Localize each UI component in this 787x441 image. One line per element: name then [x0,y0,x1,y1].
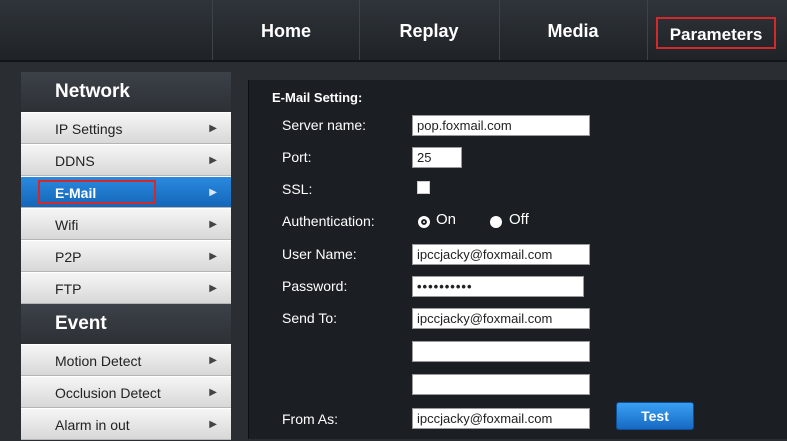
sidebar-item-email[interactable]: E-Mail ▶ [21,176,231,208]
sidebar-item-label: E-Mail [55,185,97,201]
auth-on-radio[interactable] [418,216,430,228]
sidebar-section-event: Event [21,304,231,344]
sidebar-item-alarm-in-out[interactable]: Alarm in out ▶ [21,408,231,440]
password-input[interactable] [412,276,584,297]
from-as-label: From As: [282,411,339,427]
sidebar-item-label: FTP [55,281,82,297]
sidebar-item-label: Alarm in out [55,417,130,433]
server-name-label: Server name: [282,117,367,133]
chevron-right-icon: ▶ [209,419,217,430]
auth-off-label: Off [509,211,529,228]
sidebar-item-label: DDNS [55,153,95,169]
nav-replay[interactable]: Replay [359,0,499,60]
sidebar-item-motion-detect[interactable]: Motion Detect ▶ [21,344,231,376]
auth-on-label: On [436,211,457,228]
chevron-right-icon: ▶ [209,387,217,398]
authentication-label: Authentication: [282,213,375,229]
sidebar-item-ip-settings[interactable]: IP Settings ▶ [21,112,231,144]
password-label: Password: [282,278,348,294]
chevron-right-icon: ▶ [209,251,217,262]
sidebar-item-label: P2P [55,249,82,265]
nav-home[interactable]: Home [213,0,359,60]
sidebar-item-label: Motion Detect [55,353,142,369]
sidebar-item-ddns[interactable]: DDNS ▶ [21,144,231,176]
port-input[interactable] [412,147,462,168]
section-title: E-Mail Setting: [272,90,363,105]
sidebar-section-network: Network [21,72,231,112]
nav-media[interactable]: Media [499,0,647,60]
chevron-right-icon: ▶ [209,283,217,294]
sidebar-item-p2p[interactable]: P2P ▶ [21,240,231,272]
send-to-label: Send To: [282,310,338,326]
sidebar-item-label: IP Settings [55,121,123,137]
brand-area [0,0,213,60]
sidebar-item-occlusion-detect[interactable]: Occlusion Detect ▶ [21,376,231,408]
server-name-input[interactable] [412,115,590,136]
send-to-input-2[interactable] [412,341,590,362]
nav-divider [647,0,648,60]
ssl-label: SSL: [282,181,313,197]
port-label: Port: [282,149,312,165]
test-button[interactable]: Test [616,402,694,430]
chevron-right-icon: ▶ [209,355,217,366]
top-navigation-bar: Home Replay Media Parameters [0,0,787,62]
sidebar-item-wifi[interactable]: Wifi ▶ [21,208,231,240]
username-input[interactable] [412,244,590,265]
sidebar: Network IP Settings ▶ DDNS ▶ E-Mail ▶ Wi… [21,72,231,440]
ssl-checkbox[interactable] [417,181,430,194]
chevron-right-icon: ▶ [209,155,217,166]
sidebar-item-ftp[interactable]: FTP ▶ [21,272,231,304]
sidebar-item-label: Wifi [55,217,79,233]
chevron-right-icon: ▶ [209,219,217,230]
send-to-input-3[interactable] [412,374,590,395]
sidebar-item-label: Occlusion Detect [55,385,161,401]
email-settings-panel: E-Mail Setting: Server name: Port: SSL: … [248,80,787,439]
auth-off-radio[interactable] [490,216,502,228]
send-to-input-1[interactable] [412,308,590,329]
username-label: User Name: [282,246,357,262]
chevron-right-icon: ▶ [209,187,217,198]
nav-parameters[interactable]: Parameters [656,17,776,49]
chevron-right-icon: ▶ [209,123,217,134]
from-as-input[interactable] [412,408,590,429]
